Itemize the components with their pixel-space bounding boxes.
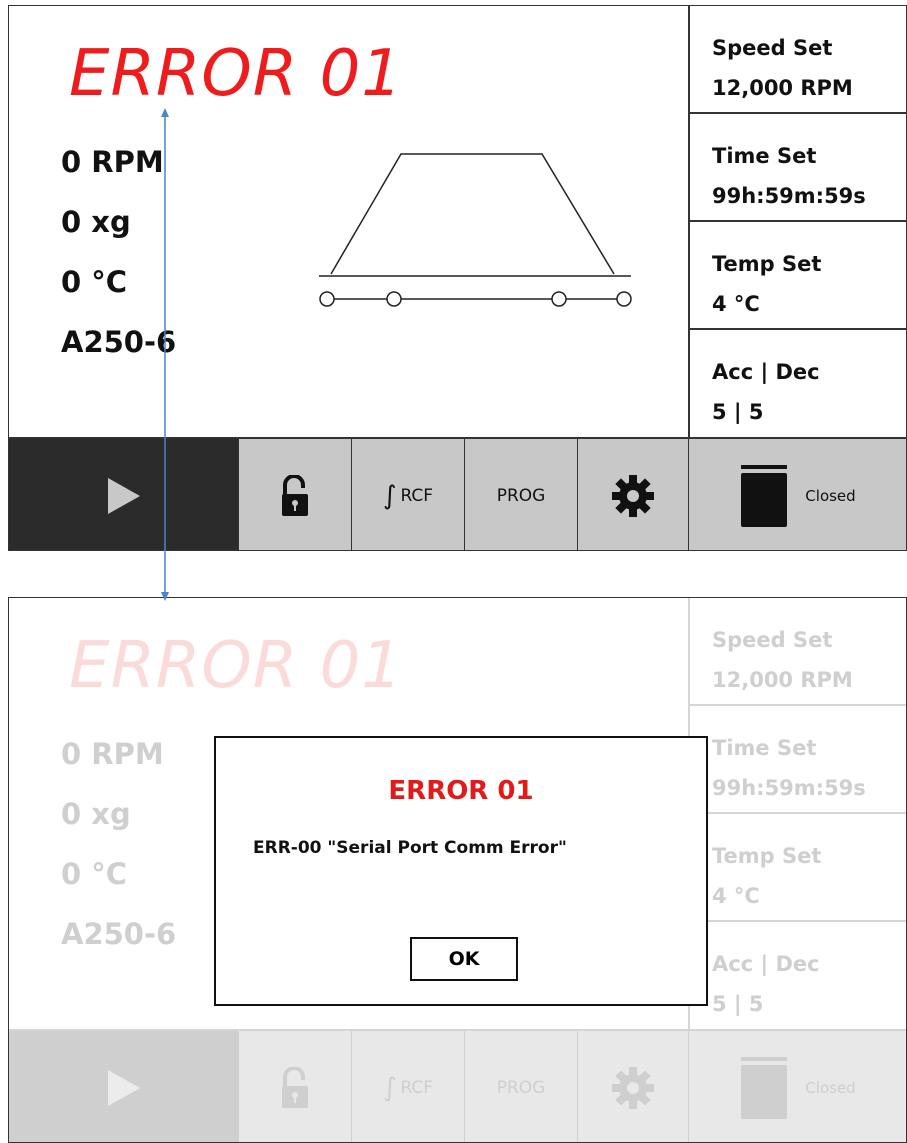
dialog-message: ERR-00 "Serial Port Comm Error" xyxy=(253,838,567,858)
settings-button[interactable] xyxy=(577,439,688,550)
dialog-title: ERROR 01 xyxy=(388,776,534,806)
lid-icon xyxy=(741,1056,788,1119)
setting-label: Acc | Dec xyxy=(712,360,820,384)
prog-label: PROG xyxy=(496,485,546,506)
lock-button[interactable] xyxy=(238,439,351,550)
setting-label: Speed Set xyxy=(712,36,833,60)
time-set-tile[interactable]: Time Set 99h:59m:59s xyxy=(690,114,906,222)
time-set-tile: Time Set 99h:59m:59s xyxy=(690,706,906,814)
temp-set-tile[interactable]: Temp Set 4 °C xyxy=(690,222,906,330)
lid-status-button[interactable]: Closed xyxy=(688,439,906,550)
ok-button[interactable]: OK xyxy=(410,937,518,981)
gear-icon xyxy=(612,474,654,517)
acc-dec-tile: Acc | Dec 5 | 5 xyxy=(690,922,906,1030)
setting-value: 4 °C xyxy=(712,292,760,316)
setting-value: 12,000 RPM xyxy=(712,668,853,692)
setting-value: 4 °C xyxy=(712,884,760,908)
start-button xyxy=(9,1031,238,1142)
unlock-icon xyxy=(282,1066,308,1108)
setting-value: 99h:59m:59s xyxy=(712,184,866,208)
setting-label: Acc | Dec xyxy=(712,952,820,976)
integral-symbol: ∫ xyxy=(382,480,397,511)
error-dialog: ERROR 01 ERR-00 "Serial Port Comm Error"… xyxy=(214,736,708,1006)
rotor-reading: A250-6 xyxy=(61,917,177,951)
setting-label: Temp Set xyxy=(712,844,822,868)
program-button: PROG xyxy=(464,1031,577,1142)
rotor-reading: A250-6 xyxy=(61,325,177,359)
setting-label: Temp Set xyxy=(712,252,822,276)
setting-value: 5 | 5 xyxy=(712,400,764,424)
rcf-reading: 0 xg xyxy=(61,797,131,831)
run-profile-graph xyxy=(319,153,632,307)
temperature-reading: 0 °C xyxy=(61,857,128,891)
rcf-reading: 0 xg xyxy=(61,205,131,239)
lid-status-button: Closed xyxy=(688,1031,906,1142)
bottom-toolbar: ∫ RCF PROG Closed xyxy=(9,437,906,550)
temperature-reading: 0 °C xyxy=(61,265,128,299)
centrifuge-screen-normal: ERROR 01 0 RPM 0 xg 0 °C A250-6 Speed Se… xyxy=(8,5,907,551)
rcf-label: RCF xyxy=(400,1077,434,1098)
temp-set-tile: Temp Set 4 °C xyxy=(690,814,906,922)
lid-status-label: Closed xyxy=(805,1078,856,1097)
setting-label: Speed Set xyxy=(712,628,833,652)
play-icon xyxy=(107,477,140,514)
start-button[interactable] xyxy=(9,439,238,550)
program-button[interactable]: PROG xyxy=(464,439,577,550)
unlock-icon xyxy=(282,474,308,516)
settings-button xyxy=(577,1031,688,1142)
error-title: ERROR 01 xyxy=(69,629,403,703)
speed-set-tile[interactable]: Speed Set 12,000 RPM xyxy=(690,6,906,114)
setting-label: Time Set xyxy=(712,736,817,760)
lid-icon xyxy=(741,464,788,527)
rcf-button: ∫ RCF xyxy=(351,1031,464,1142)
acc-dec-tile[interactable]: Acc | Dec 5 | 5 xyxy=(690,330,906,438)
setting-value: 99h:59m:59s xyxy=(712,776,866,800)
gear-icon xyxy=(612,1066,654,1109)
rcf-label: RCF xyxy=(400,485,434,506)
bottom-toolbar: ∫ RCF PROG Closed xyxy=(9,1029,906,1142)
lid-status-label: Closed xyxy=(805,486,856,505)
settings-panel: Speed Set 12,000 RPM Time Set 99h:59m:59… xyxy=(688,598,906,1030)
status-readings: 0 RPM 0 xg 0 °C A250-6 xyxy=(61,144,176,384)
settings-panel: Speed Set 12,000 RPM Time Set 99h:59m:59… xyxy=(688,6,906,438)
prog-label: PROG xyxy=(496,1077,546,1098)
speed-set-tile: Speed Set 12,000 RPM xyxy=(690,598,906,706)
play-icon xyxy=(107,1069,140,1106)
lock-button xyxy=(238,1031,351,1142)
speed-reading: 0 RPM xyxy=(61,737,164,771)
status-readings: 0 RPM 0 xg 0 °C A250-6 xyxy=(61,736,176,976)
setting-value: 5 | 5 xyxy=(712,992,764,1016)
setting-label: Time Set xyxy=(712,144,817,168)
rcf-button[interactable]: ∫ RCF xyxy=(351,439,464,550)
speed-reading: 0 RPM xyxy=(61,145,164,179)
setting-value: 12,000 RPM xyxy=(712,76,853,100)
integral-symbol: ∫ xyxy=(382,1072,397,1103)
error-title: ERROR 01 xyxy=(69,37,403,111)
